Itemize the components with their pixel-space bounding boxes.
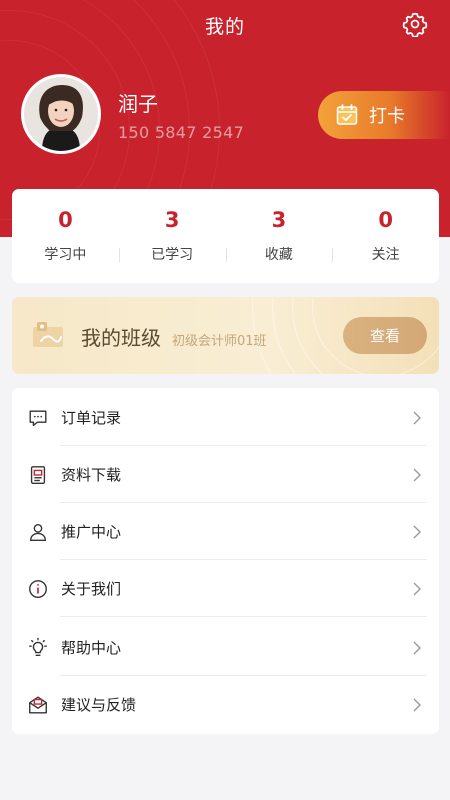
chevron-right-icon [413,582,421,596]
view-class-button[interactable]: 查看 [343,317,427,354]
chat-icon [29,409,47,426]
gear-icon [402,12,428,38]
stat-value: 3 [164,208,180,232]
menu-label: 资料下载 [61,466,122,484]
chevron-right-icon [413,468,421,482]
page-title: 我的 [204,16,245,38]
calendar-check-icon [336,104,358,125]
menu-label: 建议与反馈 [61,696,137,714]
menu-item-orders[interactable]: 订单记录 [12,389,439,446]
lightbulb-icon [29,637,47,656]
user-name: 润子 [118,92,158,116]
avatar[interactable] [21,74,101,154]
stat-label: 收藏 [264,247,293,263]
menu-label: 关于我们 [61,580,122,598]
stats-card: 0 学习中 3 已学习 3 收藏 0 关注 [12,189,439,283]
menu-item-help[interactable]: 帮助中心 [12,619,439,676]
chevron-right-icon [413,525,421,539]
chevron-right-icon [413,698,421,712]
user-phone: 150 5847 2547 [118,123,245,142]
stat-label: 已学习 [151,247,194,263]
checkin-button[interactable]: 打卡 [318,91,450,139]
info-icon [29,579,47,598]
class-title: 我的班级 [81,326,161,350]
stat-label: 学习中 [44,247,87,263]
settings-button[interactable] [402,11,428,38]
my-class-card[interactable]: 我的班级 初级会计师01班 查看 [12,297,439,374]
class-icon [33,322,63,347]
menu-list: 订单记录 资料下载 推广中心 关于我们 帮助中心 建议与反馈 [12,388,439,734]
stat-favorites[interactable]: 3 收藏 [225,208,333,264]
stat-learned[interactable]: 3 已学习 [118,208,226,264]
avatar-photo [24,77,98,151]
stat-following[interactable]: 0 关注 [332,208,439,264]
chevron-right-icon [413,641,421,655]
stat-label: 关注 [371,247,400,263]
menu-item-downloads[interactable]: 资料下载 [12,446,439,503]
class-name: 初级会计师01班 [172,334,267,349]
stat-learning[interactable]: 0 学习中 [12,208,119,264]
menu-label: 推广中心 [61,523,122,541]
stat-value: 0 [378,208,393,232]
document-icon [30,465,46,484]
chevron-right-icon [413,411,421,425]
mail-icon [29,696,47,713]
user-icon [29,523,47,541]
checkin-label: 打卡 [369,106,405,127]
menu-item-about[interactable]: 关于我们 [12,560,439,617]
menu-label: 订单记录 [61,409,122,427]
menu-item-promotion[interactable]: 推广中心 [12,503,439,560]
stat-value: 3 [271,208,287,232]
stat-value: 0 [58,208,73,232]
menu-label: 帮助中心 [61,639,122,657]
menu-item-feedback[interactable]: 建议与反馈 [12,676,439,733]
